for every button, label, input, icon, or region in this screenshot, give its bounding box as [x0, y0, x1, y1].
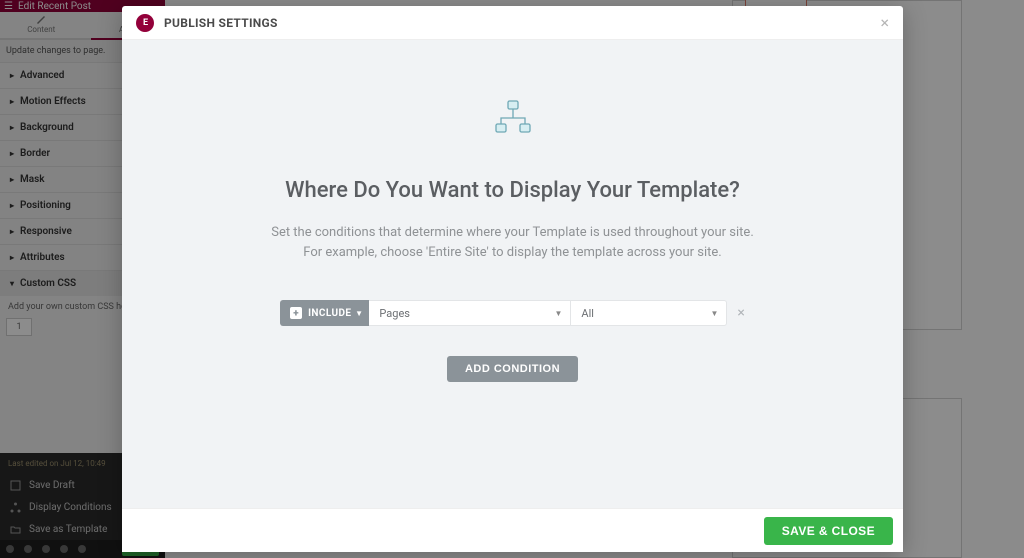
sitemap-icon [491, 100, 535, 140]
modal-description: Set the conditions that determine where … [271, 223, 754, 262]
chevron-down-icon: ▼ [355, 309, 363, 318]
add-condition-button[interactable]: ADD CONDITION [447, 356, 578, 382]
close-icon[interactable]: × [880, 13, 889, 32]
save-and-close-button[interactable]: SAVE & CLOSE [764, 517, 893, 545]
modal-body: Where Do You Want to Display Your Templa… [122, 40, 903, 508]
condition-value-select[interactable]: All ▼ [571, 300, 727, 326]
condition-row: + INCLUDE ▼ Pages ▼ All ▼ × [280, 300, 745, 326]
chevron-down-icon: ▼ [554, 309, 562, 318]
include-label: INCLUDE [308, 308, 351, 319]
modal-footer: SAVE & CLOSE [122, 508, 903, 552]
modal-title: PUBLISH SETTINGS [164, 16, 278, 30]
include-toggle[interactable]: + INCLUDE ▼ [280, 300, 369, 326]
condition-type-select[interactable]: Pages ▼ [369, 300, 571, 326]
chevron-down-icon: ▼ [710, 309, 718, 318]
modal-heading: Where Do You Want to Display Your Templa… [285, 178, 740, 203]
remove-condition-icon[interactable]: × [737, 305, 744, 321]
publish-settings-modal: E PUBLISH SETTINGS × Where Do You Want t… [122, 6, 903, 552]
elementor-logo-icon: E [136, 14, 154, 32]
plus-icon: + [290, 307, 302, 319]
modal-header: E PUBLISH SETTINGS × [122, 6, 903, 40]
